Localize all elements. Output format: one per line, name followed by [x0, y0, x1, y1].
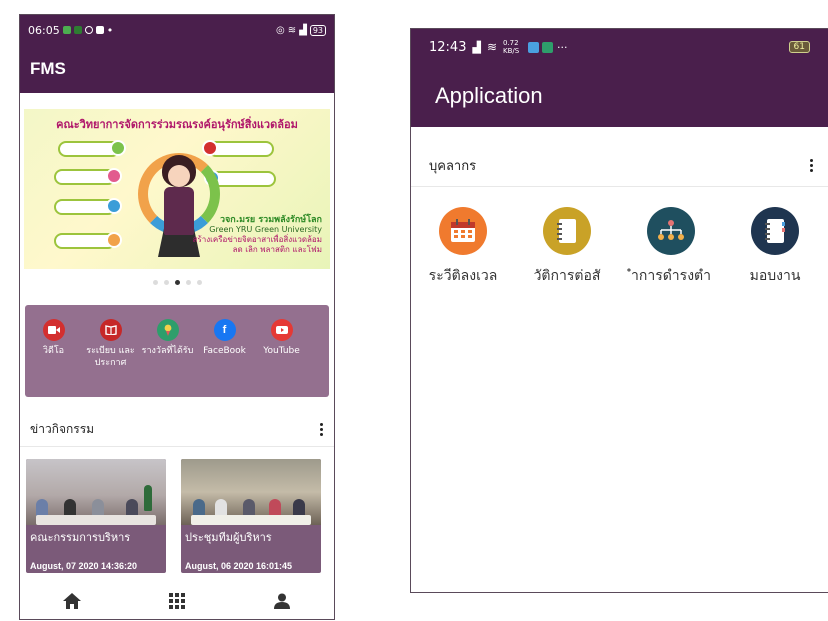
app-label: ำการดำรงตำ — [631, 268, 711, 284]
left-phone-screen: 06:05 • ◎ ≋ ▟ 93 FMS คณะวิทยาการจัดการร่… — [19, 14, 335, 620]
apps-grid-icon — [168, 593, 185, 609]
battery-indicator: 93 — [309, 24, 326, 36]
wifi-icon: ≋ — [486, 40, 497, 54]
app-label: วัติการต่อสั — [533, 268, 601, 284]
menu-item-label: FaceBook — [203, 346, 246, 356]
calendar-icon — [439, 207, 487, 255]
app-title: FMS — [30, 59, 66, 78]
right-phone-screen: 12:43 ▟ ≋ 0.72 KB/S ··· 61 Application บ… — [410, 28, 828, 593]
carousel-dot[interactable] — [185, 279, 191, 285]
menu-item-label: รางวัลที่ได้รับ — [141, 346, 194, 356]
nav-profile[interactable] — [262, 586, 302, 616]
app-item-position-history[interactable]: ำการดำรงตำ — [619, 207, 723, 287]
photos-icon — [528, 41, 539, 53]
app-bar: FMS — [20, 45, 334, 93]
banner-bubble — [54, 198, 122, 215]
facebook-icon: f — [213, 319, 236, 341]
network-speed: 0.72 KB/S — [503, 39, 520, 55]
app-item-contact-history[interactable]: วัติการต่อสั — [515, 207, 619, 287]
carousel-dot[interactable] — [152, 279, 158, 285]
dot-icon: • — [106, 23, 114, 37]
banner-title: คณะวิทยาการจัดการร่วมรณรงค์อนุรักษ์สิ่งแ… — [56, 118, 298, 131]
task-book-icon — [751, 207, 799, 255]
carousel-dot-active[interactable] — [174, 279, 180, 285]
menu-item-awards[interactable]: รางวัลที่ได้รับ — [139, 319, 196, 397]
book-icon — [99, 319, 122, 341]
banner-bubble — [54, 232, 122, 249]
news-section-title: ข่าวกิจกรรม — [30, 422, 95, 436]
org-chart-icon — [647, 207, 695, 255]
news-title: ประชุมทีมผู้บริหาร — [185, 531, 272, 544]
menu-item-label: ระเบียบ และ ประกาศ — [86, 346, 135, 368]
youtube-icon — [270, 319, 293, 341]
app-grid: ระวีติลงเวล วัติการต่อสั ำการดำรงตำ มอบง… — [411, 187, 828, 287]
section-title: บุคลากร — [429, 159, 477, 174]
carousel-indicator[interactable] — [20, 269, 334, 295]
battery-indicator: 61 — [788, 41, 810, 53]
banner-bubble — [204, 170, 276, 187]
notebook-icon — [543, 207, 591, 255]
quick-menu: วิดีโอ ระเบียบ และ ประกาศ รางวัลที่ได้รั… — [25, 305, 329, 397]
status-time: 12:43 — [429, 39, 467, 55]
message-icon — [542, 41, 553, 53]
message-icon — [73, 26, 82, 34]
carousel-dot[interactable] — [196, 279, 202, 285]
signal-icon: ▟ — [472, 40, 481, 54]
app-item-assign-work[interactable]: มอบงาน — [723, 207, 827, 287]
news-date: August, 07 2020 14:36:20 — [30, 561, 138, 571]
status-time: 06:05 — [28, 23, 60, 37]
wifi-icon: ≋ — [287, 24, 297, 36]
vibrate-icon: ◎ — [275, 24, 285, 36]
menu-item-regulations[interactable]: ระเบียบ และ ประกาศ — [82, 319, 139, 397]
news-section-header: ข่าวกิจกรรม — [20, 413, 334, 447]
notification-icon — [62, 26, 71, 34]
home-icon — [63, 593, 82, 609]
app-label: ระวีติลงเวล — [428, 268, 498, 284]
app-bar: Application — [411, 65, 828, 127]
more-vert-icon[interactable] — [810, 159, 814, 172]
profile-icon — [273, 593, 290, 609]
status-bar: 06:05 • ◎ ≋ ▟ 93 — [20, 15, 334, 45]
award-icon — [156, 319, 179, 341]
banner-bubble — [202, 140, 274, 157]
app-item-time-attendance[interactable]: ระวีติลงเวล — [411, 207, 515, 287]
app-label: มอบงาน — [749, 268, 801, 284]
mascot-figure — [168, 165, 190, 187]
news-date: August, 06 2020 16:01:45 — [185, 561, 293, 571]
menu-item-youtube[interactable]: YouTube — [253, 319, 310, 397]
news-list: คณะกรรมการบริหาร August, 07 2020 14:36:2… — [20, 447, 334, 573]
video-icon — [42, 319, 65, 341]
more-notifications-icon: ··· — [557, 40, 568, 54]
menu-item-video[interactable]: วิดีโอ — [25, 319, 82, 397]
nav-home[interactable] — [52, 586, 92, 616]
chat-icon — [95, 26, 104, 34]
news-card[interactable]: ประชุมทีมผู้บริหาร August, 06 2020 16:01… — [181, 459, 321, 573]
menu-item-facebook[interactable]: f FaceBook — [196, 319, 253, 397]
banner-bubble — [54, 168, 122, 185]
bottom-nav — [20, 583, 334, 619]
banner-carousel-image[interactable]: คณะวิทยาการจัดการร่วมรณรงค์อนุรักษ์สิ่งแ… — [24, 109, 330, 269]
personnel-section-header: บุคลากร — [411, 145, 828, 187]
menu-item-label: วิดีโอ — [42, 346, 65, 356]
news-photo — [26, 459, 166, 525]
menu-item-label: YouTube — [263, 346, 300, 356]
news-card[interactable]: คณะกรรมการบริหาร August, 07 2020 14:36:2… — [26, 459, 166, 573]
news-title: คณะกรรมการบริหาร — [30, 531, 131, 544]
status-bar: 12:43 ▟ ≋ 0.72 KB/S ··· 61 — [411, 29, 828, 65]
carousel-dot[interactable] — [163, 279, 169, 285]
nav-apps[interactable] — [157, 586, 197, 616]
banner-bubble — [58, 140, 126, 157]
signal-icon: ▟ — [299, 24, 307, 36]
sync-icon — [84, 26, 93, 34]
app-title: Application — [435, 83, 543, 108]
news-photo — [181, 459, 321, 525]
more-vert-icon[interactable] — [320, 423, 324, 436]
banner-subtitle: วจก.มรย รวมพลังรักษ์โลก Green YRU Green … — [192, 215, 322, 254]
